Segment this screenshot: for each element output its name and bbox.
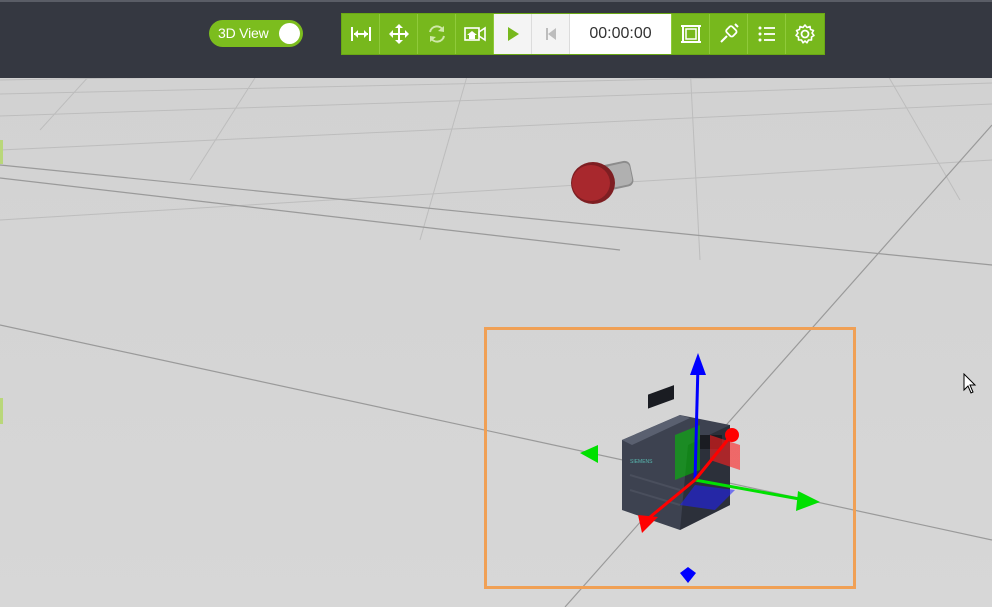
topbar-divider — [0, 0, 992, 2]
connector-button[interactable] — [710, 14, 748, 54]
left-panel-tab[interactable] — [0, 398, 3, 424]
skip-start-icon — [545, 28, 556, 40]
3d-view-toggle[interactable]: 3D View — [209, 20, 303, 47]
emergency-stop-button[interactable] — [565, 155, 645, 215]
simulation-toolbar: 00:00:00 — [341, 13, 825, 55]
rotate-icon — [428, 25, 445, 43]
transform-gizmo[interactable]: SIEMENS — [570, 345, 830, 595]
3d-viewport[interactable]: SIEMENS — [0, 0, 992, 607]
move-button[interactable] — [380, 14, 418, 54]
list-icon — [758, 26, 775, 42]
settings-button[interactable] — [786, 14, 824, 54]
frame-icon — [680, 25, 701, 43]
connector-icon — [719, 23, 739, 43]
mouse-cursor-icon — [963, 373, 977, 394]
toggle-label: 3D View — [218, 25, 269, 41]
camera-home-icon — [463, 26, 486, 42]
left-panel-tab[interactable] — [0, 140, 3, 164]
plc-brand-label: SIEMENS — [630, 459, 653, 465]
list-button[interactable] — [748, 14, 786, 54]
camera-home-button[interactable] — [456, 14, 494, 54]
move-icon — [388, 24, 409, 44]
fit-width-button[interactable] — [342, 14, 380, 54]
rotate-button[interactable] — [418, 14, 456, 54]
toggle-knob — [279, 23, 300, 44]
frame-button[interactable] — [672, 14, 710, 54]
top-toolbar-area: 3D View 00:00:00 — [0, 0, 992, 78]
time-display: 00:00:00 — [570, 14, 672, 54]
settings-icon — [795, 24, 815, 44]
play-button[interactable] — [494, 14, 532, 54]
fit-width-icon — [350, 27, 371, 41]
skip-start-button[interactable] — [532, 14, 570, 54]
play-icon — [507, 27, 519, 41]
